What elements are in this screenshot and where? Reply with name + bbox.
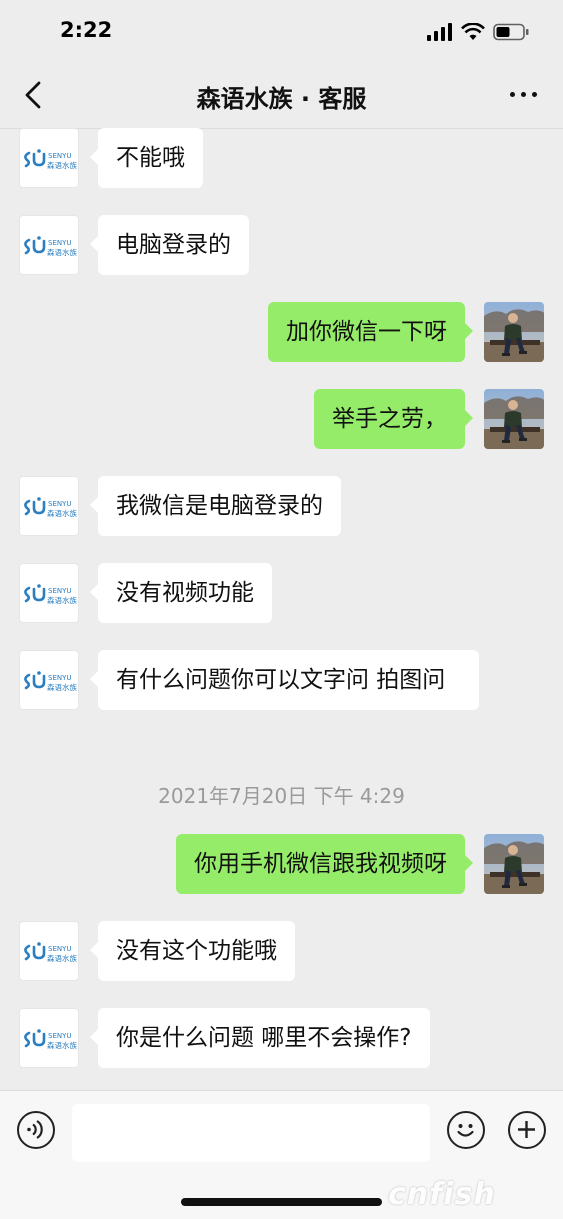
- user-avatar[interactable]: [484, 389, 544, 449]
- service-avatar[interactable]: SENYU 森语水族: [19, 563, 79, 623]
- more-icon[interactable]: [510, 92, 537, 97]
- senyu-logo: SENYU森语水族: [24, 149, 77, 170]
- logo-text-cn: 森语水族: [47, 953, 77, 963]
- service-avatar[interactable]: SENYU 森语水族: [19, 128, 79, 188]
- voice-icon: [27, 1120, 43, 1139]
- logo-text-cn: 森语水族: [47, 508, 77, 518]
- senyu-logo: SENYU森语水族: [24, 497, 77, 518]
- status-time: 2:22: [60, 18, 113, 42]
- logo-text-en: SENYU: [48, 152, 72, 160]
- received-message-bubble[interactable]: 没有视频功能: [90, 563, 272, 623]
- service-avatar[interactable]: SENYU 森语水族: [19, 476, 79, 536]
- logo-text-cn: 森语水族: [47, 160, 77, 170]
- signal-icon: [427, 23, 452, 41]
- received-message-bubble[interactable]: 不能哦: [90, 128, 203, 188]
- voice-button[interactable]: [17, 1111, 55, 1149]
- logo-text-en: SENYU: [48, 945, 72, 953]
- sent-message-bubble[interactable]: 加你微信一下呀: [268, 302, 473, 362]
- user-avatar-photo: [484, 302, 544, 362]
- user-avatar[interactable]: [484, 834, 544, 894]
- senyu-logo: SENYU森语水族: [24, 584, 77, 605]
- emoji-icon: [457, 1124, 474, 1137]
- service-avatar[interactable]: SENYU 森语水族: [19, 921, 79, 981]
- senyu-logo: SENYU森语水族: [24, 1029, 77, 1050]
- nav-bar: 森语水族 · 客服: [0, 62, 563, 129]
- logo-text-en: SENYU: [48, 500, 72, 508]
- logo-text-cn: 森语水族: [47, 1040, 77, 1050]
- page-title: 森语水族 · 客服: [196, 85, 367, 113]
- message-input[interactable]: [72, 1104, 430, 1162]
- service-avatar[interactable]: SENYU 森语水族: [19, 215, 79, 275]
- logo-text-en: SENYU: [48, 587, 72, 595]
- senyu-logo: SENYU森语水族: [24, 671, 77, 692]
- status-icons: [427, 22, 529, 42]
- received-message-bubble[interactable]: 我微信是电脑登录的: [90, 476, 341, 536]
- logo-text-cn: 森语水族: [47, 595, 77, 605]
- user-avatar-photo: [484, 389, 544, 449]
- logo-text-en: SENYU: [48, 239, 72, 247]
- received-message-bubble[interactable]: 电脑登录的: [90, 215, 249, 275]
- chat-list[interactable]: SENYU 森语水族 不能哦 SENYU 森语水族 电脑登录的 加你微信一下呀 举手之劳， SE…: [0, 128, 563, 1090]
- watermark: cnfish: [388, 1177, 496, 1212]
- received-message-bubble[interactable]: 有什么问题你可以文字问 拍图问: [90, 650, 479, 710]
- senyu-logo: SENYU森语水族: [24, 942, 77, 963]
- received-message-bubble[interactable]: 没有这个功能哦: [90, 921, 295, 981]
- chat-timestamp: 2021年7月20日 下午 4:29: [158, 784, 405, 808]
- service-avatar[interactable]: SENYU 森语水族: [19, 1008, 79, 1068]
- emoji-button[interactable]: [447, 1111, 485, 1149]
- service-avatar[interactable]: SENYU 森语水族: [19, 650, 79, 710]
- logo-text-cn: 森语水族: [47, 682, 77, 692]
- wifi-icon: [461, 23, 485, 40]
- logo-text-en: SENYU: [48, 1032, 72, 1040]
- senyu-logo: SENYU森语水族: [24, 236, 77, 257]
- sent-message-bubble[interactable]: 你用手机微信跟我视频呀: [176, 834, 473, 894]
- home-indicator: [181, 1198, 382, 1206]
- logo-text-en: SENYU: [48, 674, 72, 682]
- status-bar: 2:22: [0, 0, 563, 62]
- logo-text-cn: 森语水族: [47, 247, 77, 257]
- plus-button[interactable]: [508, 1111, 546, 1149]
- sent-message-bubble[interactable]: 举手之劳，: [314, 389, 473, 449]
- user-avatar-photo: [484, 834, 544, 894]
- received-message-bubble[interactable]: 你是什么问题 哪里不会操作?: [90, 1008, 430, 1068]
- battery-icon: [493, 23, 529, 41]
- plus-icon: [518, 1121, 535, 1138]
- user-avatar[interactable]: [484, 302, 544, 362]
